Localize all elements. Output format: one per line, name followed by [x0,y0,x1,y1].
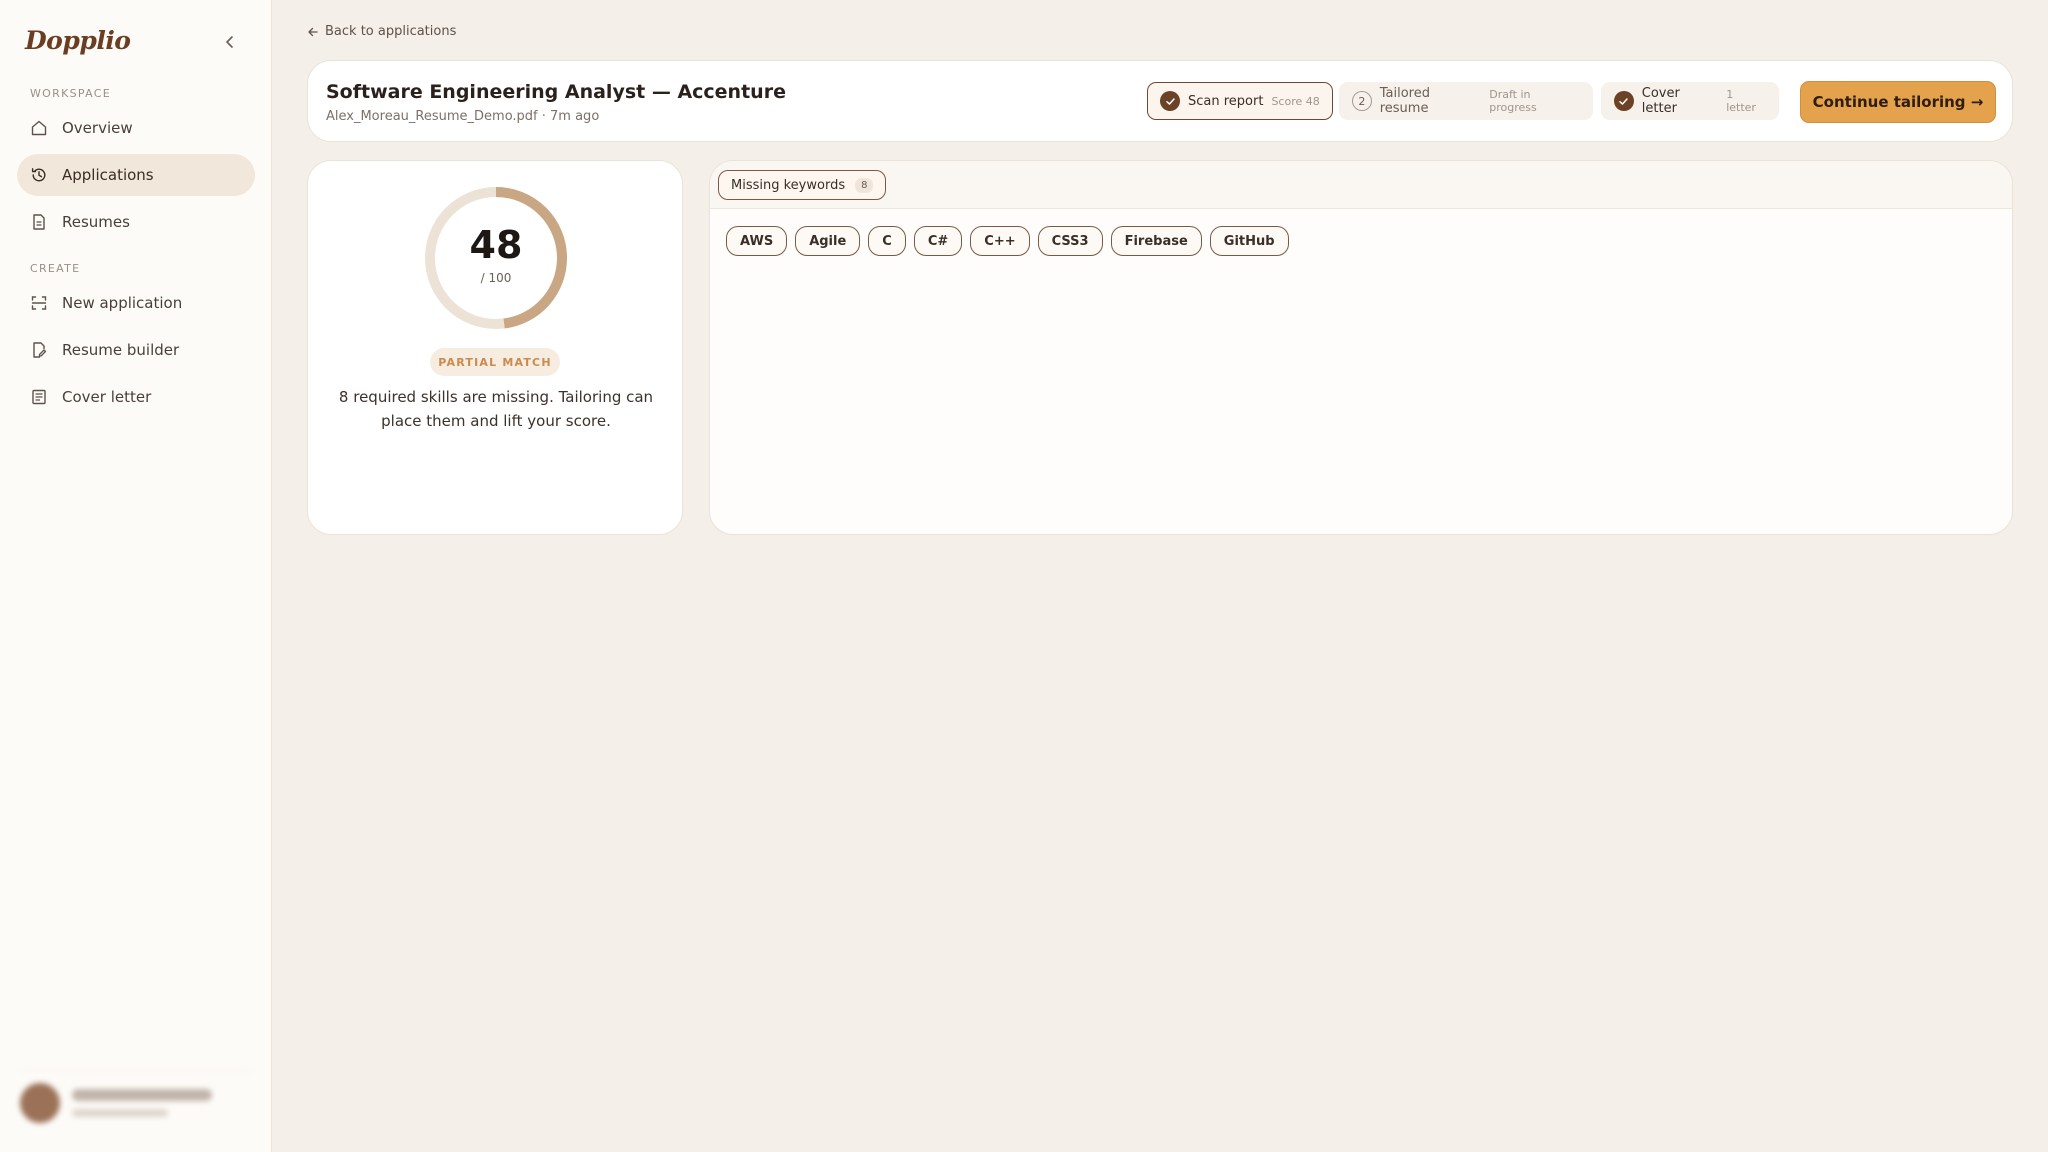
collapse-sidebar-button[interactable] [218,30,242,54]
keyword-chip[interactable]: GitHub [1209,226,1289,256]
status-badge: PARTIAL MATCH [430,348,560,376]
step-label: Tailored resume [1379,86,1430,116]
home-icon [30,119,48,137]
step-label: Cover letter [1641,86,1680,116]
arrow-left-icon [308,27,318,36]
keyword-chip[interactable]: Firebase [1110,226,1202,256]
step-label: Scan report [1188,93,1264,109]
sidebar-item-label: New application [62,294,183,312]
sidebar-item-resume-builder[interactable]: Resume builder [17,329,255,371]
step-scan-report[interactable]: Scan report Score 48 [1147,82,1333,120]
keyword-chip[interactable]: AWS [726,226,788,256]
match-score-card: 48 / 100 PARTIAL MATCH 8 required skills… [307,160,683,535]
keywords-tab-bar: Missing keywords 8 [710,161,2012,209]
keyword-count-badge: 8 [855,177,874,193]
step-sub: Score 48 [1271,94,1320,108]
score-description: 8 required skills are missing. Tailoring… [338,388,654,430]
sidebar-item-label: Overview [62,119,133,137]
keyword-chip[interactable]: C [868,226,906,256]
score-value: 48 [469,223,523,267]
back-link-label: Back to applications [325,24,457,39]
sidebar-item-new-application[interactable]: New application [17,282,255,324]
workspace-section-label: WORKSPACE [30,87,111,100]
score-denominator: / 100 [480,271,512,285]
continue-tailoring-button[interactable]: Continue tailoring → [1800,81,1996,123]
page-title: Software Engineering Analyst — Accenture [326,81,786,103]
step-tailored-resume[interactable]: 2 Tailored resume Draft in progress [1339,82,1593,120]
keyword-chip-list: AWS Agile C C# C++ CSS3 Firebase GitHub [726,226,1289,256]
edit-document-icon [30,341,48,359]
application-header: Software Engineering Analyst — Accenture… [307,60,2013,142]
resume-file-meta: Alex_Moreau_Resume_Demo.pdf · 7m ago [326,109,600,124]
check-icon [1160,91,1180,111]
history-icon [30,166,48,184]
create-section-label: CREATE [30,262,81,275]
avatar [20,1082,60,1123]
tab-label: Missing keywords [731,177,846,193]
scan-icon [30,294,48,312]
sidebar-item-label: Resume builder [62,341,180,359]
user-profile[interactable] [20,1070,252,1126]
sidebar-item-cover-letter[interactable]: Cover letter [17,376,255,418]
keyword-chip[interactable]: CSS3 [1037,226,1103,256]
check-icon [1614,91,1634,111]
user-email-redacted [72,1108,168,1117]
user-name-redacted [72,1088,212,1101]
keyword-chip[interactable]: Agile [795,226,861,256]
step-sub: Draft in progress [1489,88,1537,114]
sidebar-item-label: Cover letter [62,388,152,406]
app-logo[interactable]: Dopplio [25,26,131,55]
sidebar-item-resumes[interactable]: Resumes [17,201,255,243]
letter-icon [30,388,48,406]
sidebar: Dopplio WORKSPACE Overview Applications … [0,0,272,1152]
back-to-applications-link[interactable]: Back to applications [307,24,456,39]
keywords-panel: Missing keywords 8 AWS Agile C C# C++ CS… [709,160,2013,535]
sidebar-item-applications[interactable]: Applications [17,154,255,196]
step-number-badge: 2 [1352,91,1372,111]
step-sub: 1 letter [1726,88,1756,114]
sidebar-item-overview[interactable]: Overview [17,107,255,149]
sidebar-item-label: Resumes [62,213,130,231]
document-icon [30,213,48,231]
tab-missing-keywords[interactable]: Missing keywords 8 [718,170,887,200]
keyword-chip[interactable]: C# [913,226,963,256]
keyword-chip[interactable]: C++ [970,226,1030,256]
chevron-left-icon [226,36,233,48]
step-cover-letter[interactable]: Cover letter 1 letter [1601,82,1779,120]
sidebar-item-label: Applications [62,166,154,184]
